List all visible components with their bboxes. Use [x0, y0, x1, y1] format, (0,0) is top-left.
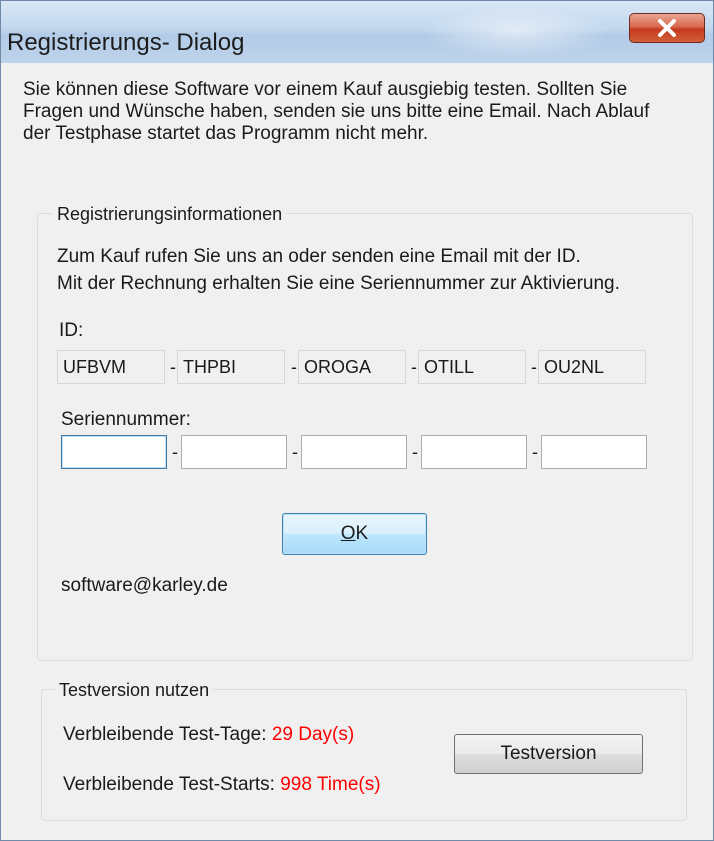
serial-number-field-1[interactable] [61, 435, 167, 469]
id-field-5[interactable]: OU2NL [538, 350, 646, 384]
ok-button-label: OK [340, 523, 369, 544]
serial-separator: - [532, 442, 538, 462]
remaining-test-starts-label: Verbleibende Test-Starts: [63, 774, 275, 795]
title-bar-glow [421, 7, 611, 57]
serial-number-field-5[interactable] [541, 435, 647, 469]
serial-separator: - [172, 442, 178, 462]
title-bar[interactable]: Registrierungs- Dialog [1, 1, 713, 63]
id-separator: - [531, 357, 537, 377]
intro-text: Sie können diese Software vor einem Kauf… [23, 79, 650, 144]
registration-info-line1: Zum Kauf rufen Sie uns an oder senden ei… [57, 246, 581, 267]
close-button[interactable] [629, 13, 705, 43]
serial-separator: - [292, 442, 298, 462]
id-field-3[interactable]: OROGA [298, 350, 406, 384]
remaining-test-starts: Verbleibende Test-Starts: 998 Time(s) [63, 773, 381, 797]
remaining-test-days-label: Verbleibende Test-Tage: [63, 724, 267, 745]
close-icon [656, 19, 678, 37]
serial-separator: - [412, 442, 418, 462]
support-email: software@karley.de [61, 575, 228, 596]
serial-number-field-3[interactable] [301, 435, 407, 469]
id-label: ID: [59, 320, 84, 341]
serial-number-field-2[interactable] [181, 435, 287, 469]
serial-number-label: Seriennummer: [61, 409, 191, 430]
remaining-test-days-value: 29 Day(s) [271, 724, 355, 745]
testversion-button[interactable]: Testversion [454, 734, 643, 774]
remaining-test-starts-value: 998 Time(s) [280, 774, 381, 795]
id-field-1[interactable]: UFBVM [57, 350, 165, 384]
registration-info-line2: Mit der Rechnung erhalten Sie eine Serie… [57, 273, 620, 294]
remaining-test-days: Verbleibende Test-Tage: 29 Day(s) [63, 723, 354, 747]
ok-button[interactable]: OK [282, 513, 427, 555]
id-separator: - [291, 357, 297, 377]
id-separator: - [170, 357, 176, 377]
registration-group-title: Registrierungsinformationen [53, 203, 287, 225]
id-field-4[interactable]: OTILL [418, 350, 526, 384]
trial-group-title: Testversion nutzen [55, 679, 214, 701]
registration-dialog: Registrierungs- Dialog Sie können diese … [0, 0, 714, 841]
id-separator: - [411, 357, 417, 377]
serial-number-field-4[interactable] [421, 435, 527, 469]
window-title: Registrierungs- Dialog [7, 29, 245, 56]
id-field-2[interactable]: THPBI [177, 350, 285, 384]
